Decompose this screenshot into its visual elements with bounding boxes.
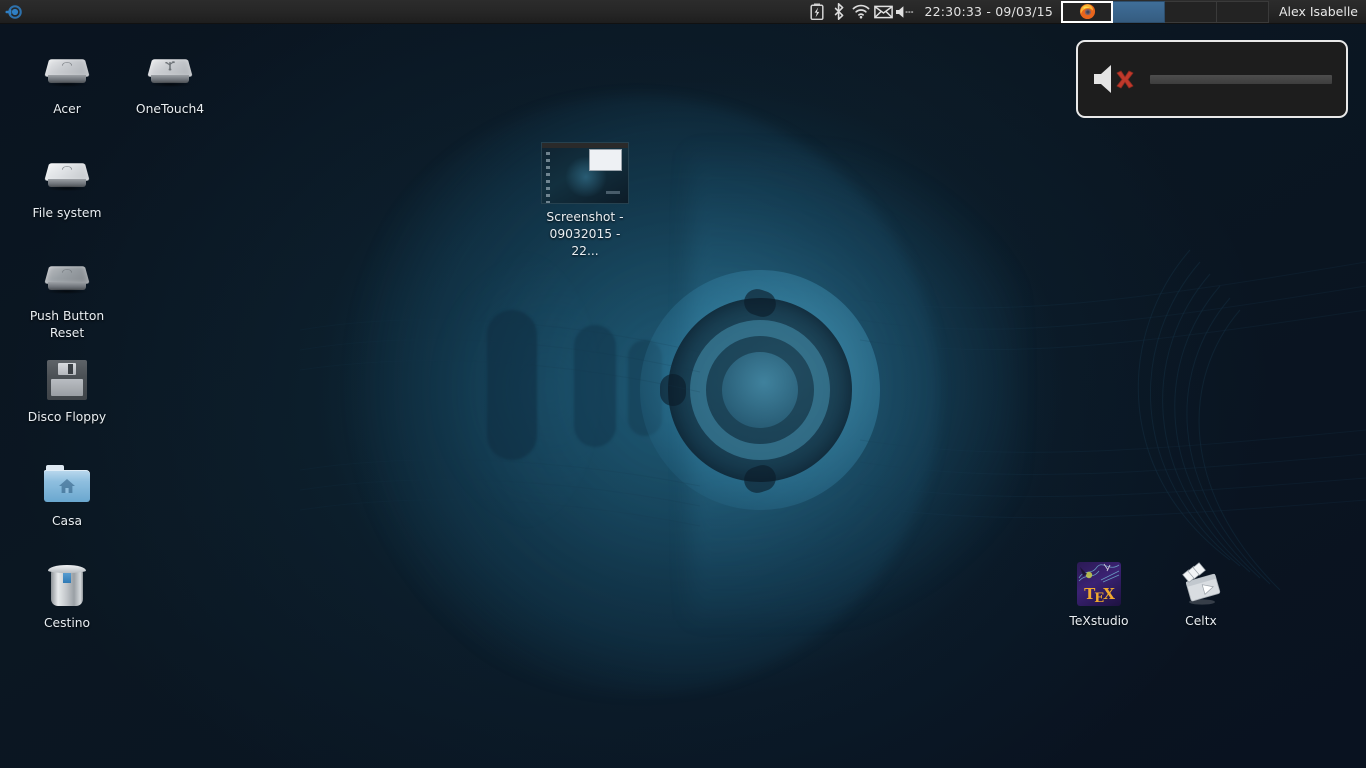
top-panel: 22:30:33 - 09/03/15 Alex Isabelle	[0, 0, 1366, 24]
desktop-icon-screenshot-file[interactable]: Screenshot - 09032015 - 22...	[538, 142, 632, 260]
mageia-logo-icon[interactable]	[3, 0, 25, 24]
desktop-icon-push-button-reset[interactable]: ◠ Push Button Reset	[21, 255, 113, 342]
hard-drive-icon: ◠	[43, 152, 91, 200]
desktop-icon-label: Disco Floppy	[27, 410, 107, 424]
home-folder-icon	[43, 460, 91, 508]
desktop-icon-disco-floppy[interactable]: Disco Floppy	[21, 356, 113, 426]
task-list	[1061, 0, 1269, 23]
desktop-icon-label: Acer	[53, 102, 81, 116]
floppy-disk-icon	[43, 356, 91, 404]
desktop-icon-label: TeXstudio	[1069, 614, 1129, 628]
desktop-screen: 22:30:33 - 09/03/15 Alex Isabelle ◠ Acer…	[0, 0, 1366, 768]
desktop-icon-file-system[interactable]: ◠ File system	[21, 152, 113, 222]
system-tray: 22:30:33 - 09/03/15 Alex Isabelle	[806, 0, 1366, 24]
desktop-icon-label: Celtx	[1185, 614, 1217, 628]
desktop-icon-onetouch4[interactable]: OneTouch4	[124, 48, 216, 118]
volume-icon[interactable]	[894, 0, 916, 24]
trash-icon	[43, 562, 91, 610]
desktop-icon-label: Screenshot - 09032015 - 22...	[546, 210, 624, 258]
desktop-icon-label: Cestino	[43, 616, 91, 630]
battery-icon[interactable]	[806, 0, 828, 24]
clock[interactable]: 22:30:33 - 09/03/15	[916, 4, 1061, 19]
volume-osd	[1076, 40, 1348, 118]
task-button-firefox[interactable]	[1061, 0, 1113, 23]
desktop-icon-celtx[interactable]: Celtx	[1155, 560, 1247, 630]
desktop-icon-cestino[interactable]: Cestino	[21, 562, 113, 632]
speaker-muted-icon	[1092, 62, 1144, 96]
firefox-icon	[1079, 3, 1095, 20]
desktop-icon-label: Casa	[51, 514, 83, 528]
task-button-4[interactable]	[1217, 0, 1269, 23]
desktop-icon-label: File system	[32, 206, 102, 220]
task-button-3[interactable]	[1165, 0, 1217, 23]
usb-drive-icon	[146, 48, 194, 96]
wifi-icon[interactable]	[850, 0, 872, 24]
panel-left-section	[0, 0, 25, 24]
desktop-icon-texstudio[interactable]: TEX TeXstudio	[1053, 560, 1145, 630]
texstudio-app-icon: TEX	[1075, 560, 1123, 608]
mail-icon[interactable]	[872, 0, 894, 24]
hard-drive-icon: ◠	[43, 255, 91, 303]
hard-drive-icon: ◠	[43, 48, 91, 96]
desktop-icon-casa[interactable]: Casa	[21, 460, 113, 530]
desktop-icon-acer[interactable]: ◠ Acer	[21, 48, 113, 118]
desktop-icon-label: OneTouch4	[135, 102, 205, 116]
task-button-2[interactable]	[1113, 0, 1165, 23]
desktop-icon-label: Push Button Reset	[29, 309, 105, 340]
username-label[interactable]: Alex Isabelle	[1269, 4, 1366, 19]
image-thumbnail-icon	[541, 142, 629, 204]
bluetooth-icon[interactable]	[828, 0, 850, 24]
celtx-app-icon	[1177, 560, 1225, 608]
volume-bar[interactable]	[1150, 74, 1332, 84]
